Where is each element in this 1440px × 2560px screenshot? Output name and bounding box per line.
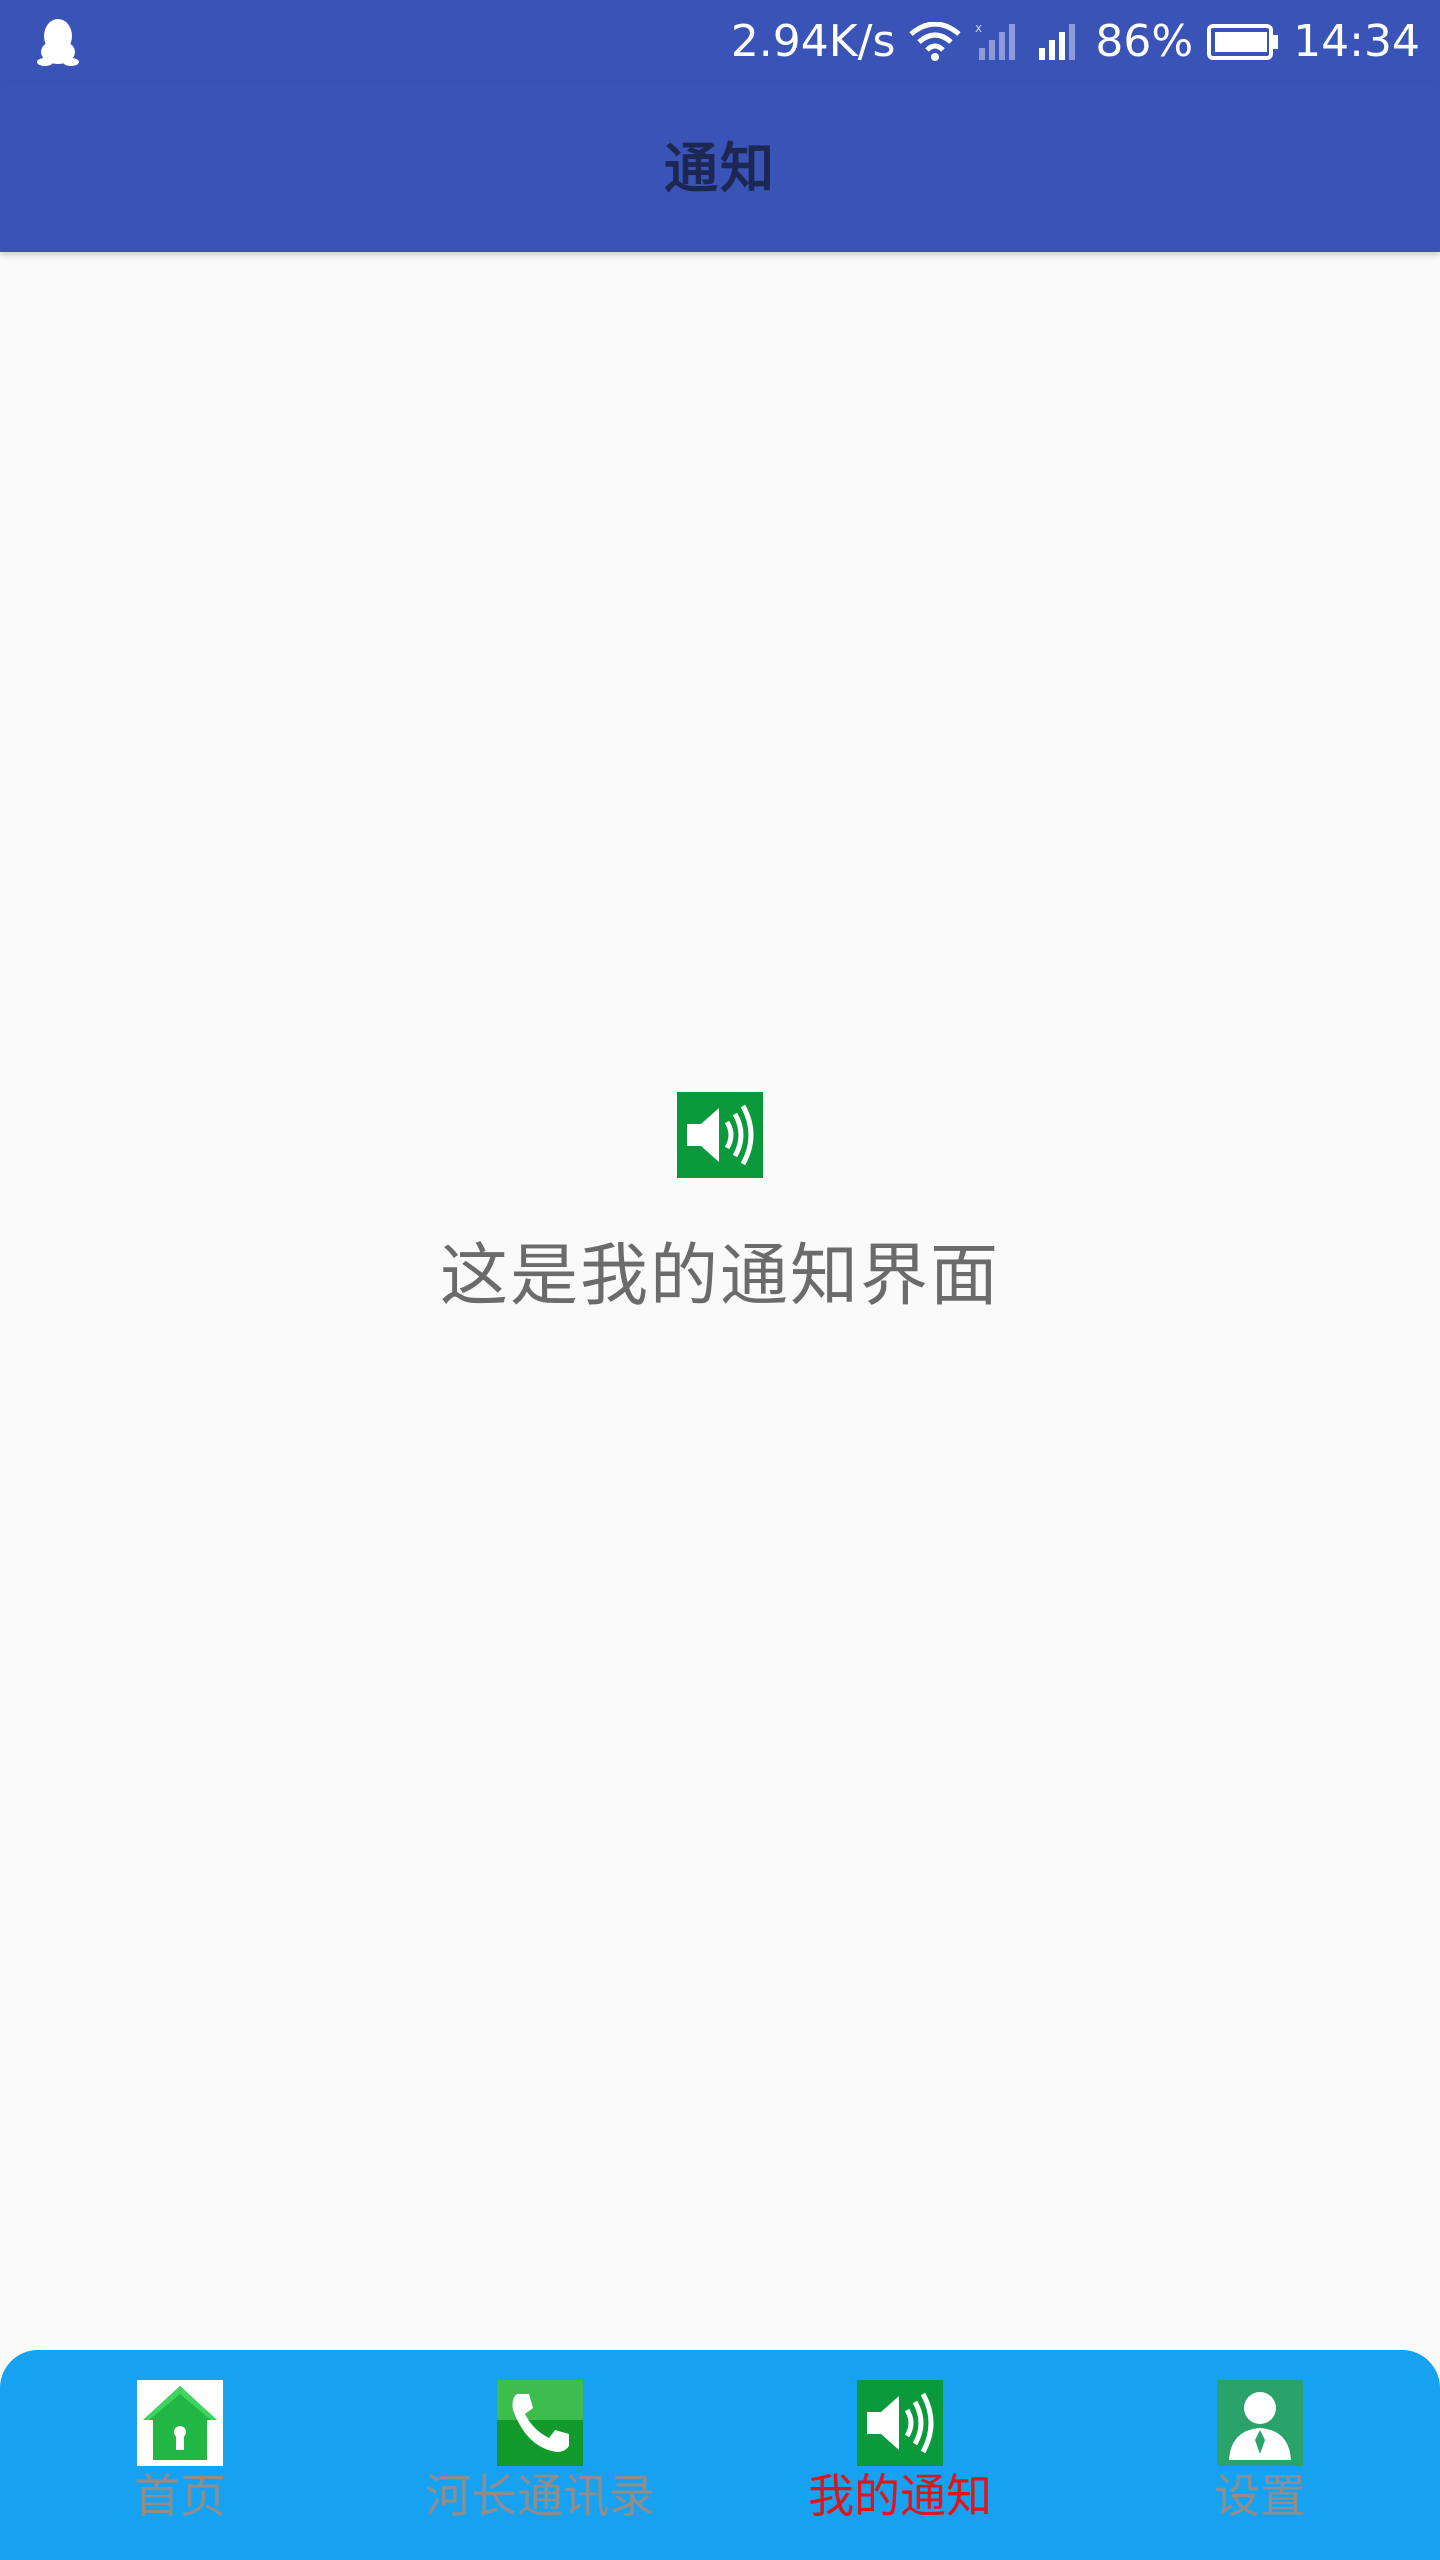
- nav-label-notifications: 我的通知: [808, 2469, 992, 2523]
- notification-message: 这是我的通知界面: [439, 1237, 1000, 1316]
- qq-penguin-icon: [36, 16, 80, 68]
- signal-no-sim-icon: x: [975, 22, 1021, 62]
- nav-item-home[interactable]: 首页: [0, 2350, 360, 2560]
- signal-icon: [1035, 22, 1081, 62]
- nav-item-settings[interactable]: 设置: [1080, 2350, 1440, 2560]
- bottom-navigation: 首页 河长通讯录 我的通知 设置: [0, 2350, 1440, 2560]
- nav-label-home: 首页: [134, 2469, 226, 2523]
- network-speed: 2.94K/s: [730, 16, 896, 67]
- speaker-icon: [677, 1092, 763, 1178]
- status-bar: 2.94K/s x 86% 14:34: [0, 0, 1440, 84]
- phone-icon: [497, 2380, 583, 2466]
- svg-text:x: x: [975, 22, 982, 35]
- status-right: 2.94K/s x 86% 14:34: [731, 0, 1420, 84]
- battery-percent: 86%: [1095, 16, 1194, 67]
- speaker-icon: [857, 2380, 943, 2466]
- nav-item-contacts[interactable]: 河长通讯录: [360, 2350, 720, 2560]
- clock: 14:34: [1293, 16, 1420, 67]
- nav-item-notifications[interactable]: 我的通知: [720, 2350, 1080, 2560]
- page-title: 通知: [664, 137, 776, 200]
- user-icon: [1217, 2380, 1303, 2466]
- battery-icon: [1207, 24, 1279, 60]
- app-bar: 通知: [0, 84, 1440, 252]
- nav-label-settings: 设置: [1214, 2469, 1306, 2523]
- nav-label-contacts: 河长通讯录: [425, 2469, 655, 2523]
- wifi-icon: [909, 22, 961, 62]
- notification-content: 这是我的通知界面: [0, 1092, 1440, 1319]
- screen: 2.94K/s x 86% 14:34 通知 这是我的通知界面 首页 河长通讯录…: [0, 0, 1440, 2560]
- home-icon: [137, 2380, 223, 2466]
